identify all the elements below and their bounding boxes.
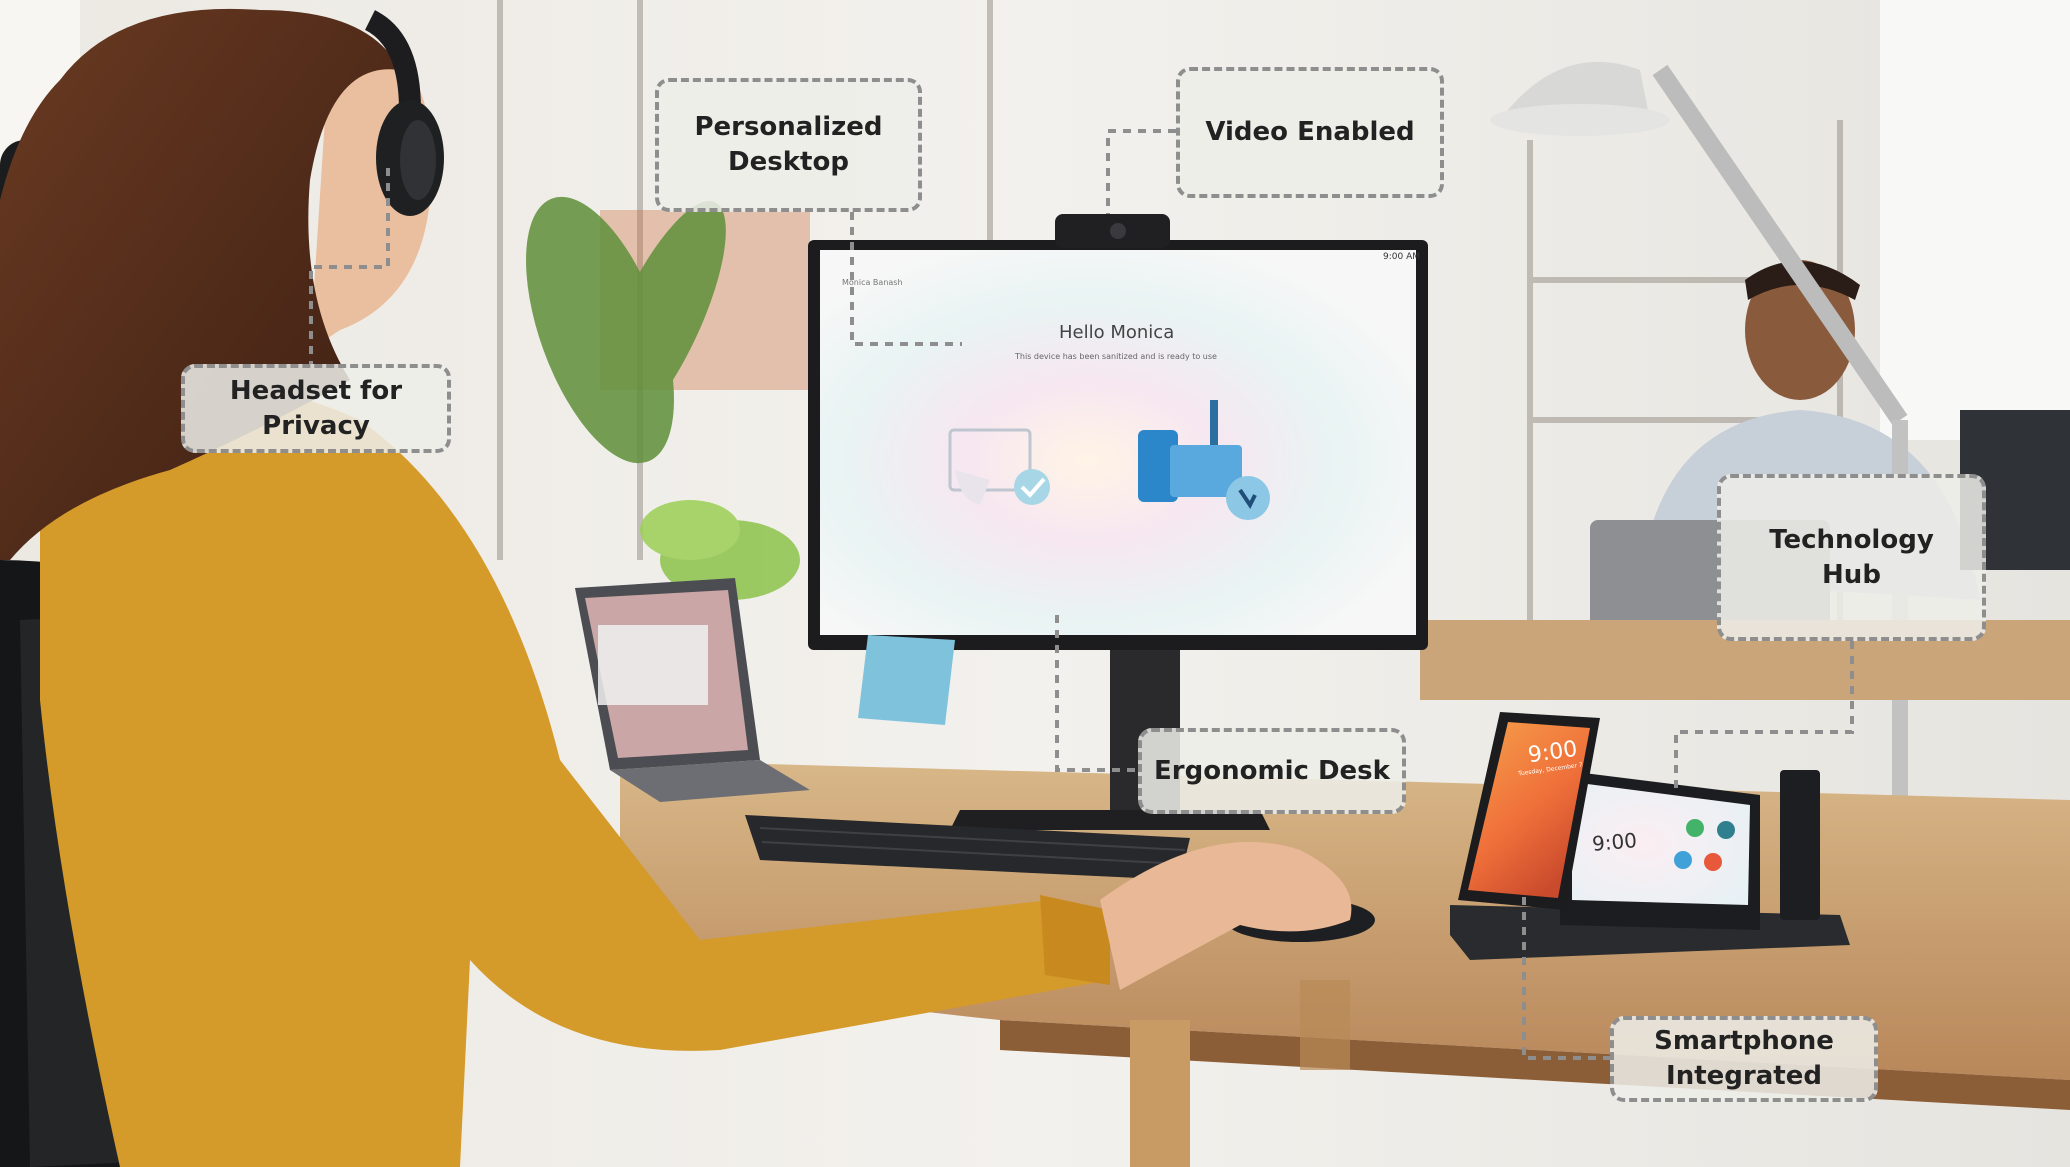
callout-video-enabled: Video Enabled xyxy=(1176,67,1444,198)
office-photo: 9:00 AM Monica Banash Hello Monica This … xyxy=(0,0,2070,1167)
callout-headset-for-privacy: Headset for Privacy xyxy=(181,364,451,453)
callout-ergonomic-desk: Ergonomic Desk xyxy=(1138,728,1406,814)
callout-smartphone-integrated: Smartphone Integrated xyxy=(1610,1016,1878,1102)
callout-technology-hub: Technology Hub xyxy=(1717,474,1986,641)
callout-personalized-desktop: Personalized Desktop xyxy=(655,78,922,212)
monitor-status-message: This device has been sanitized and is re… xyxy=(1015,352,1217,361)
monitor-greeting: Hello Monica xyxy=(1059,322,1175,343)
monitor-clock: 9:00 AM xyxy=(1383,252,1420,262)
monitor-user-name: Monica Banash xyxy=(842,278,903,287)
hub-clock: 9:00 xyxy=(1591,828,1638,856)
